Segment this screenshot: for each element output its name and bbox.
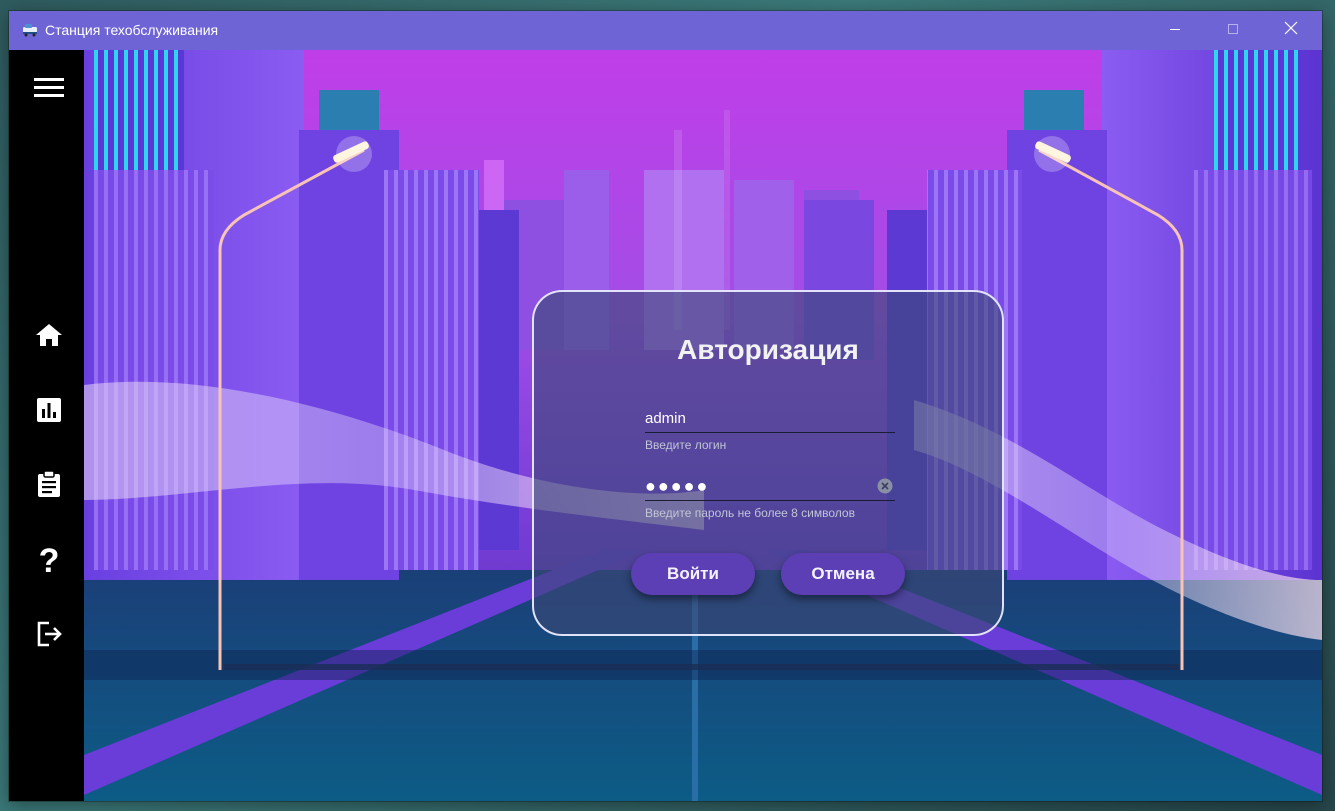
dialog-title: Авторизация [677, 334, 859, 365]
password-input[interactable] [645, 472, 895, 501]
minimize-icon [1169, 22, 1181, 40]
minimize-button[interactable] [1146, 11, 1204, 50]
help-icon: ? [38, 542, 60, 580]
bar-chart-icon [36, 397, 62, 428]
hamburger-menu-icon [34, 77, 64, 104]
login-hint: Введите логин [645, 438, 727, 452]
menu-button[interactable] [29, 70, 69, 110]
window-title: Станция техобслуживания [45, 22, 219, 38]
sidebar-item-statistics[interactable] [29, 392, 69, 432]
close-window-button[interactable] [1262, 11, 1320, 50]
clipboard-icon [37, 469, 61, 503]
app-window: Станция техобслуживания ? Авторизация ad… [9, 11, 1322, 801]
home-icon [35, 322, 63, 353]
app-icon [22, 23, 38, 42]
background-scene: Авторизация Введите логин Введите пароль… [84, 50, 1322, 801]
clear-password-button[interactable] [877, 478, 893, 494]
sidebar-item-exit[interactable] [29, 616, 69, 656]
close-icon [1284, 21, 1298, 40]
sidebar-item-help[interactable]: ? [29, 541, 69, 581]
maximize-button[interactable] [1204, 11, 1262, 50]
sidebar-item-tasks[interactable] [29, 466, 69, 506]
password-hint: Введите пароль не более 8 символов [645, 506, 855, 520]
exit-icon [35, 620, 63, 653]
sidebar: ? [9, 50, 84, 801]
maximize-icon [1227, 22, 1239, 40]
cancel-button[interactable]: Отмена [781, 553, 905, 595]
sidebar-item-home[interactable] [29, 317, 69, 357]
title-bar[interactable]: Станция техобслуживания [9, 11, 1322, 50]
clear-icon [877, 478, 893, 494]
login-input[interactable] [645, 404, 895, 433]
login-button[interactable]: Войти [631, 553, 755, 595]
login-dialog: Авторизация Введите логин Введите пароль… [532, 290, 1004, 636]
